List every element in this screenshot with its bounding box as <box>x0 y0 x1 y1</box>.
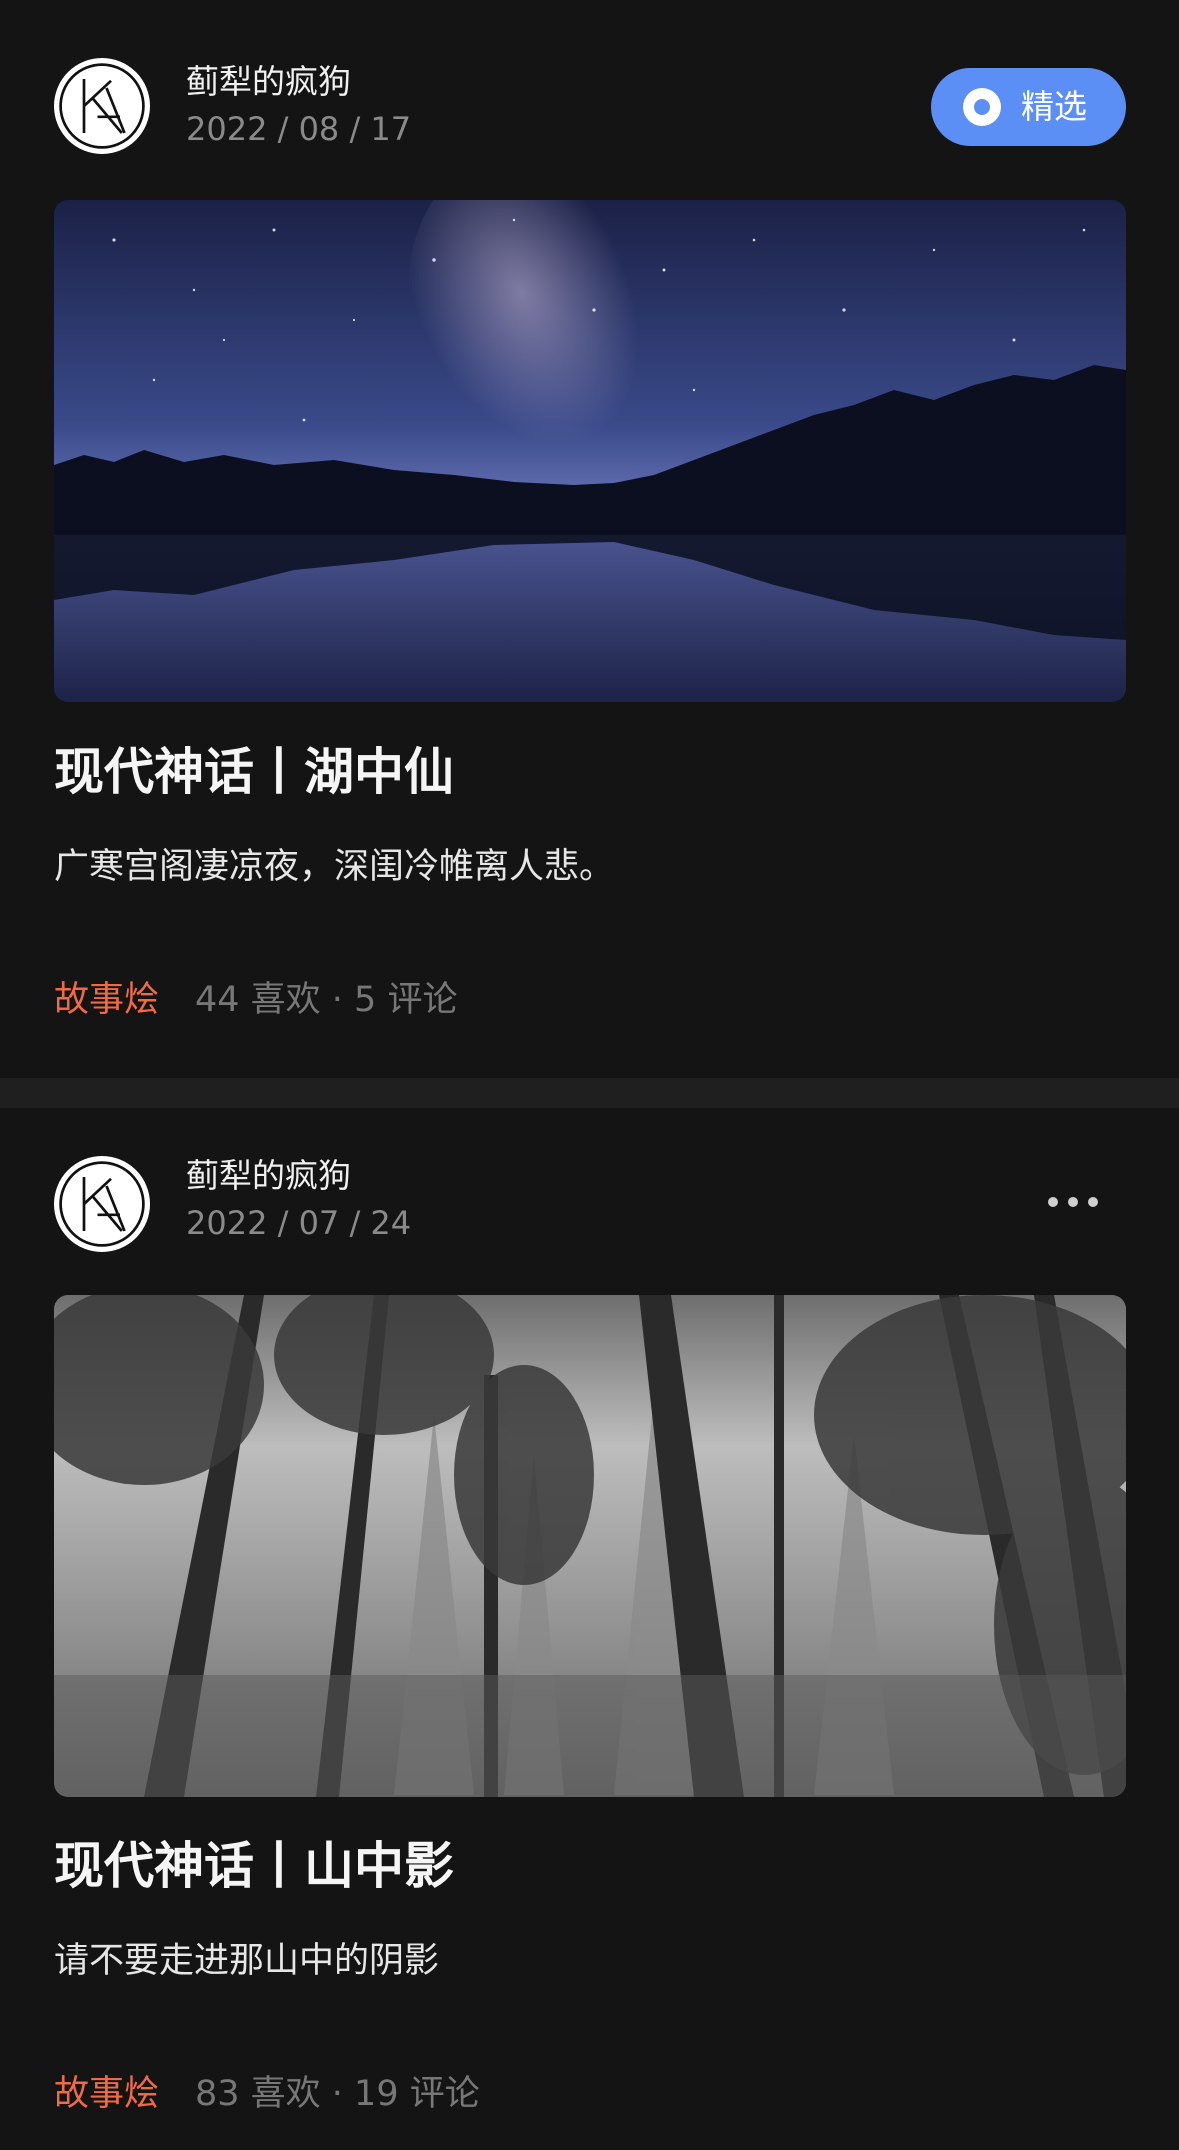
more-icon-dot <box>1088 1197 1098 1207</box>
featured-icon <box>963 88 1001 126</box>
post-meta: 故事烩 83 喜欢 · 19 评论 <box>54 2070 480 2118</box>
post-title[interactable]: 现代神话丨湖中仙 <box>54 740 454 804</box>
more-icon <box>1048 1197 1058 1207</box>
post-summary: 广寒宫阁凄凉夜，深闺冷帷离人悲。 <box>54 847 615 887</box>
post-meta: 故事烩 44 喜欢 · 5 评论 <box>54 976 457 1024</box>
post-date: 2022 / 07 / 24 <box>186 1204 412 1242</box>
featured-badge: 精选 <box>931 68 1126 146</box>
cover-image[interactable] <box>54 200 1126 702</box>
category-tag[interactable]: 故事烩 <box>54 980 159 1020</box>
post-date: 2022 / 08 / 17 <box>186 110 412 148</box>
featured-label: 精选 <box>1021 87 1087 126</box>
post-stats: 83 喜欢 · 19 评论 <box>195 2074 480 2114</box>
more-options-button[interactable] <box>1040 1180 1106 1224</box>
author-avatar[interactable] <box>54 58 150 154</box>
author-avatar[interactable] <box>54 1156 150 1252</box>
category-tag[interactable]: 故事烩 <box>54 2074 159 2114</box>
post-title[interactable]: 现代神话丨山中影 <box>54 1834 454 1898</box>
author-name[interactable]: 蓟犁的疯狗 <box>186 1154 351 1198</box>
starry-lake-image <box>54 200 1126 702</box>
card-separator <box>0 1078 1179 1108</box>
foggy-forest-image <box>54 1295 1126 1797</box>
post-card[interactable]: 蓟犁的疯狗 2022 / 07 / 24 现代神话丨山中影 请不要走进那山中的阴… <box>0 1108 1179 2150</box>
post-card[interactable]: 蓟犁的疯狗 2022 / 08 / 17 精选 现代神话丨湖中仙 广寒宫阁凄凉夜… <box>0 0 1179 1078</box>
more-icon-dot <box>1068 1197 1078 1207</box>
cover-image[interactable] <box>54 1295 1126 1797</box>
author-name[interactable]: 蓟犁的疯狗 <box>186 60 351 104</box>
post-stats: 44 喜欢 · 5 评论 <box>195 980 458 1020</box>
post-summary: 请不要走进那山中的阴影 <box>54 1941 440 1981</box>
